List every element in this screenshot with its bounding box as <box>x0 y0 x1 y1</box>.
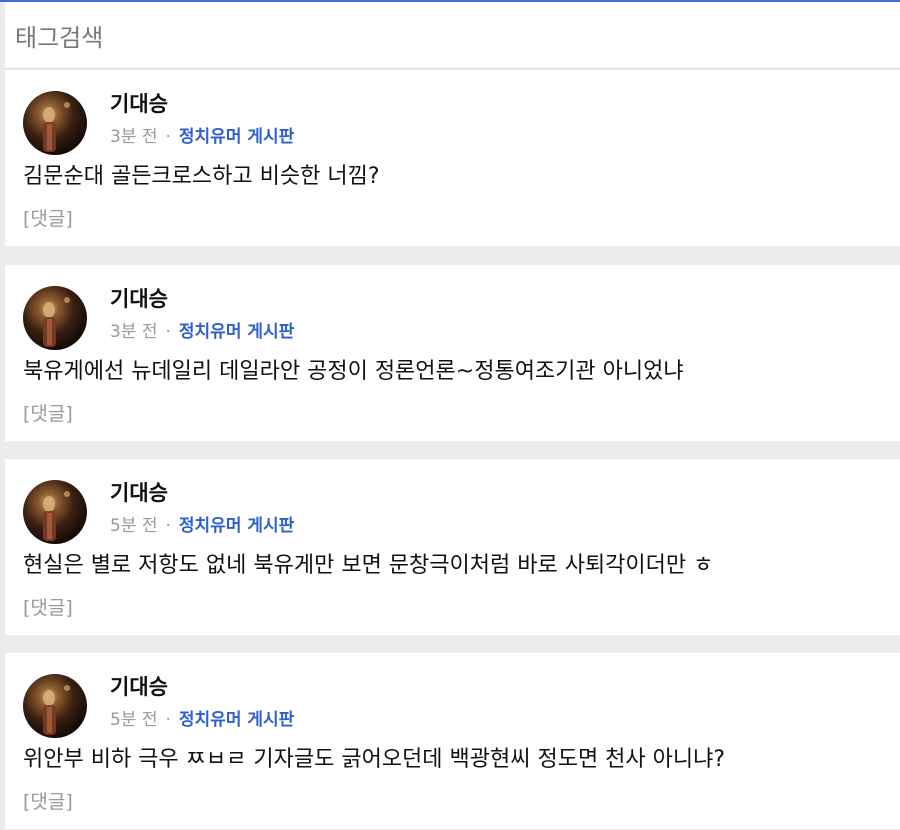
page: 태그검색 기대승 3분 전 · 정치유머 게시판 김문순대 골든크로스하고 비슷한 … <box>0 0 900 830</box>
avatar-image <box>43 491 70 541</box>
post-time: 3분 전 <box>110 127 158 147</box>
author-name[interactable]: 기대승 <box>110 88 168 118</box>
avatar[interactable] <box>23 286 87 350</box>
meta-separator: · <box>165 710 171 730</box>
post-time: 5분 전 <box>110 516 158 536</box>
post-meta: 5분 전 · 정치유머 게시판 <box>110 705 294 730</box>
board-link[interactable]: 정치유머 게시판 <box>179 127 294 147</box>
post-time: 5분 전 <box>110 710 158 730</box>
author-name[interactable]: 기대승 <box>110 477 168 507</box>
meta-separator: · <box>165 516 171 536</box>
author-name[interactable]: 기대승 <box>110 671 168 701</box>
avatar[interactable] <box>23 480 87 544</box>
board-link[interactable]: 정치유머 게시판 <box>179 516 294 536</box>
post-item: 기대승 5분 전 · 정치유머 게시판 위안부 비하 극우 ㅉㅂㄹ 기자글도 긁어오… <box>5 653 900 829</box>
post-meta: 3분 전 · 정치유머 게시판 <box>110 122 294 147</box>
post-meta: 3분 전 · 정치유머 게시판 <box>110 317 294 342</box>
comment-link[interactable]: [댓글] <box>23 787 73 814</box>
post-item: 기대승 3분 전 · 정치유머 게시판 김문순대 골든크로스하고 비슷한 너낌? [… <box>5 70 900 246</box>
post-item: 기대승 3분 전 · 정치유머 게시판 북유게에선 뉴데일리 데일라안 공정이 정론… <box>5 265 900 441</box>
comment-link[interactable]: [댓글] <box>23 204 73 231</box>
header: 태그검색 <box>5 2 900 69</box>
page-title: 태그검색 <box>15 24 104 52</box>
avatar[interactable] <box>23 674 87 738</box>
meta-separator: · <box>165 127 171 147</box>
avatar-image <box>43 102 70 152</box>
post-meta: 5분 전 · 정치유머 게시판 <box>110 511 294 536</box>
board-link[interactable]: 정치유머 게시판 <box>179 710 294 730</box>
post-content[interactable]: 김문순대 골든크로스하고 비슷한 너낌? <box>23 158 380 190</box>
board-link[interactable]: 정치유머 게시판 <box>179 322 294 342</box>
post-content[interactable]: 위안부 비하 극우 ㅉㅂㄹ 기자글도 긁어오던데 백광현씨 정도면 천사 아니냐… <box>23 741 725 773</box>
author-name[interactable]: 기대승 <box>110 283 168 313</box>
comment-link[interactable]: [댓글] <box>23 593 73 620</box>
post-content[interactable]: 현실은 별로 저항도 없네 북유게만 보면 문창극이처럼 바로 사퇴각이더만 ㅎ <box>23 547 713 579</box>
post-item: 기대승 5분 전 · 정치유머 게시판 현실은 별로 저항도 없네 북유게만 보면 … <box>5 459 900 635</box>
avatar[interactable] <box>23 91 87 155</box>
comment-link[interactable]: [댓글] <box>23 399 73 426</box>
avatar-image <box>43 297 70 347</box>
meta-separator: · <box>165 322 171 342</box>
post-time: 3분 전 <box>110 322 158 342</box>
avatar-image <box>43 685 70 735</box>
post-content[interactable]: 북유게에선 뉴데일리 데일라안 공정이 정론언론~정통여조기관 아니었냐 <box>23 353 684 385</box>
